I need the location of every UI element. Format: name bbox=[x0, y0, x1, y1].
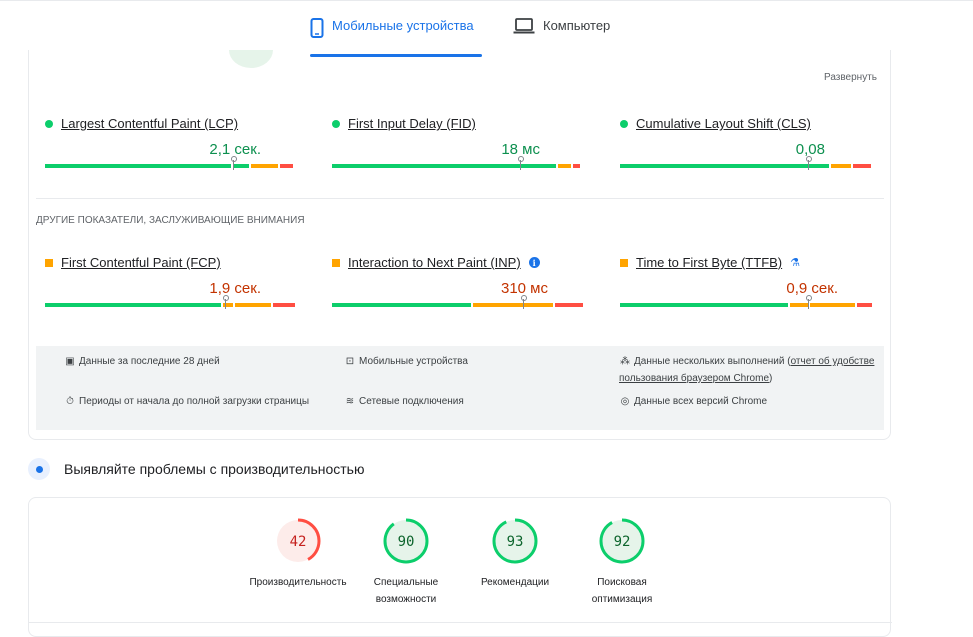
svg-text:90: 90 bbox=[398, 534, 415, 550]
tab-desktop-label: Компьютер bbox=[543, 18, 611, 33]
metric-fid-link[interactable]: First Input Delay (FID) bbox=[348, 116, 476, 131]
distribution-bar bbox=[620, 164, 872, 168]
expand-link[interactable]: Развернуть bbox=[824, 72, 877, 83]
info-network: ≋ Сетевые подключения bbox=[344, 393, 464, 410]
metric-inp-link[interactable]: Interaction to Next Paint (INP) bbox=[348, 255, 521, 270]
phone-icon bbox=[310, 18, 324, 38]
metric-fcp-link[interactable]: First Contentful Paint (FCP) bbox=[61, 255, 221, 270]
average-status-icon bbox=[332, 258, 340, 267]
info-versions: ◎ Данные всех версий Chrome bbox=[619, 393, 767, 410]
percentile-marker bbox=[520, 295, 527, 309]
scores-card: 42 Производительность 90 Специальные воз… bbox=[28, 497, 892, 637]
percentile-marker bbox=[806, 156, 812, 170]
score-gauge: 42 bbox=[275, 518, 321, 564]
info-durations: ⏱ Периоды от начала до полной загрузки ст… bbox=[64, 393, 314, 410]
metric-lcp: Largest Contentful Paint (LCP) 2,1 сек. bbox=[45, 116, 297, 170]
other-metrics-heading: Другие показатели, заслуживающие внимани… bbox=[36, 215, 305, 226]
section-divider bbox=[36, 198, 884, 199]
good-status-icon bbox=[45, 119, 53, 128]
info-icon[interactable]: i bbox=[528, 257, 540, 268]
percentile-marker bbox=[223, 295, 230, 309]
info-device: ⊡ Мобильные устройства bbox=[344, 353, 468, 370]
distribution-bar bbox=[620, 303, 872, 307]
metric-fid: First Input Delay (FID) 18 мс bbox=[332, 116, 584, 170]
devices-icon: ⊡ bbox=[345, 356, 355, 367]
svg-text:42: 42 bbox=[290, 534, 307, 550]
metric-cls-link[interactable]: Cumulative Layout Shift (CLS) bbox=[636, 116, 811, 131]
good-status-icon bbox=[332, 119, 340, 128]
metric-fcp-value: 1,9 сек. bbox=[209, 280, 261, 297]
info-samples: ⁂ Данные нескольких выполнений (отчет об … bbox=[619, 353, 879, 387]
timer-icon: ⏱ bbox=[66, 396, 74, 407]
metric-lcp-link[interactable]: Largest Contentful Paint (LCP) bbox=[61, 116, 238, 131]
info-period: ▣ Данные за последние 28 дней bbox=[64, 353, 219, 370]
diagnose-title: Выявляйте проблемы с производительностью bbox=[64, 461, 365, 477]
diagnose-header: Выявляйте проблемы с производительностью bbox=[28, 458, 364, 480]
good-status-icon bbox=[620, 119, 628, 128]
svg-text:92: 92 bbox=[614, 534, 631, 550]
scrolled-score-circle bbox=[229, 50, 273, 68]
calendar-icon: ▣ bbox=[65, 356, 75, 367]
laptop-icon bbox=[513, 18, 535, 34]
distribution-bar bbox=[332, 164, 584, 168]
score-gauge: 92 bbox=[599, 518, 645, 564]
chrome-icon: ◎ bbox=[620, 396, 630, 407]
metric-ttfb: Time to First Byte (TTFB) ⚗ 0,9 сек. bbox=[620, 255, 872, 309]
field-data-card: Развернуть Largest Contentful Paint (LCP… bbox=[28, 50, 891, 440]
gauge-label: Рекомендации bbox=[480, 577, 550, 588]
metric-cls: Cumulative Layout Shift (CLS) 0,08 bbox=[620, 116, 872, 170]
gauge-best-practices[interactable]: 93 Рекомендации bbox=[460, 518, 570, 591]
gauge-label: Поисковая оптимизация bbox=[591, 577, 653, 605]
metric-ttfb-value: 0,9 сек. bbox=[786, 280, 838, 297]
gauge-accessibility[interactable]: 90 Специальные возможности bbox=[351, 518, 461, 608]
distribution-bar bbox=[332, 303, 584, 307]
top-divider bbox=[0, 0, 973, 1]
percentile-marker bbox=[231, 156, 237, 170]
svg-text:93: 93 bbox=[507, 534, 524, 550]
flask-icon[interactable]: ⚗ bbox=[790, 256, 800, 269]
score-gauge: 93 bbox=[492, 518, 538, 564]
distribution-bar bbox=[45, 164, 297, 168]
average-status-icon bbox=[45, 258, 53, 267]
average-status-icon bbox=[620, 258, 628, 267]
wifi-icon: ≋ bbox=[345, 396, 355, 407]
data-info-panel: ▣ Данные за последние 28 дней ⊡ Мобильные … bbox=[36, 346, 884, 430]
gauge-performance[interactable]: 42 Производительность bbox=[243, 518, 353, 591]
metric-inp: Interaction to Next Paint (INP) i 310 мс bbox=[332, 255, 584, 309]
gauge-label: Специальные возможности bbox=[373, 577, 439, 605]
gauge-seo[interactable]: 92 Поисковая оптимизация bbox=[567, 518, 677, 608]
percentile-marker bbox=[806, 295, 812, 309]
tab-mobile-label: Мобильные устройства bbox=[332, 18, 474, 33]
lighthouse-icon bbox=[28, 458, 50, 480]
metric-ttfb-link[interactable]: Time to First Byte (TTFB) bbox=[636, 255, 782, 270]
score-gauge: 90 bbox=[383, 518, 429, 564]
gauge-label: Производительность bbox=[249, 577, 347, 588]
group-icon: ⁂ bbox=[620, 356, 630, 367]
metric-fcp: First Contentful Paint (FCP) 1,9 сек. bbox=[45, 255, 297, 309]
card-divider bbox=[29, 622, 892, 623]
distribution-bar bbox=[45, 303, 297, 307]
percentile-marker bbox=[518, 156, 524, 170]
